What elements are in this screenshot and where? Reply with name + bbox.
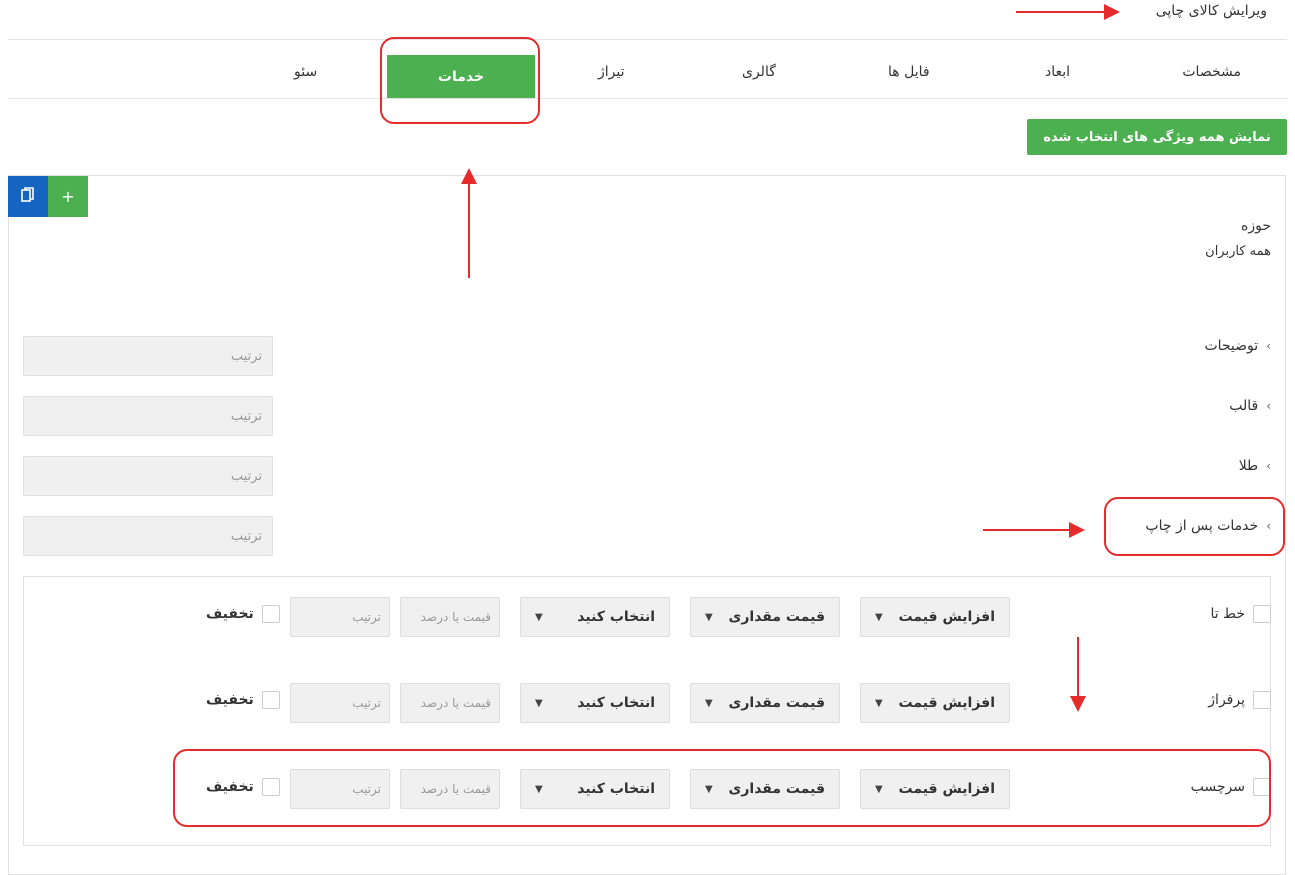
section-post-print-services[interactable]: › خدمات پس از چاپ bbox=[1145, 518, 1271, 534]
section-gold[interactable]: › طلا bbox=[1239, 458, 1271, 474]
discount-option[interactable]: تخفیف bbox=[206, 605, 280, 623]
discount-label: تخفیف bbox=[206, 779, 254, 795]
caret-down-icon: ▼ bbox=[875, 783, 883, 795]
option-select[interactable]: انتخاب کنید ▼ bbox=[520, 597, 670, 637]
page-title: ویرایش کالای چاپی bbox=[1155, 3, 1267, 19]
row-order-input[interactable] bbox=[290, 683, 390, 723]
caret-down-icon: ▼ bbox=[535, 611, 543, 623]
order-input[interactable] bbox=[23, 456, 273, 496]
select-value: افزایش قیمت bbox=[898, 609, 995, 625]
service-row-label[interactable]: خط تا bbox=[1210, 605, 1271, 623]
chevron-left-icon: › bbox=[1266, 519, 1271, 533]
copy-button[interactable] bbox=[8, 176, 48, 217]
service-row-label[interactable]: پرفراژ bbox=[1208, 691, 1271, 709]
order-input[interactable] bbox=[23, 336, 273, 376]
service-name: خط تا bbox=[1210, 606, 1245, 622]
tab-services[interactable]: خدمات bbox=[387, 55, 535, 98]
option-select[interactable]: انتخاب کنید ▼ bbox=[520, 769, 670, 809]
option-select[interactable]: انتخاب کنید ▼ bbox=[520, 683, 670, 723]
order-input[interactable] bbox=[23, 516, 273, 556]
tab-seo[interactable]: سئو bbox=[294, 64, 317, 80]
price-type-select[interactable]: قیمت مقداری ▼ bbox=[690, 769, 840, 809]
tab-files[interactable]: فایل ها bbox=[888, 64, 930, 80]
tab-circulation[interactable]: تیراژ bbox=[598, 64, 625, 80]
section-title: طلا bbox=[1238, 458, 1259, 474]
add-button[interactable]: + bbox=[48, 176, 88, 217]
price-or-percent-input[interactable] bbox=[400, 683, 500, 723]
section-title: خدمات پس از چاپ bbox=[1145, 518, 1259, 534]
service-row-label[interactable]: سرچسب bbox=[1191, 778, 1271, 796]
service-checkbox[interactable] bbox=[1253, 778, 1271, 796]
select-value: انتخاب کنید bbox=[577, 781, 655, 797]
discount-checkbox[interactable] bbox=[261, 778, 280, 796]
price-type-select[interactable]: قیمت مقداری ▼ bbox=[690, 683, 840, 723]
select-value: قیمت مقداری bbox=[728, 609, 825, 625]
price-type-select[interactable]: قیمت مقداری ▼ bbox=[690, 597, 840, 637]
caret-down-icon: ▼ bbox=[875, 697, 883, 709]
section-descriptions[interactable]: › توضیحات bbox=[1204, 338, 1271, 354]
discount-option[interactable]: تخفیف bbox=[206, 691, 280, 709]
price-action-select[interactable]: افزایش قیمت ▼ bbox=[860, 597, 1010, 637]
price-action-select[interactable]: افزایش قیمت ▼ bbox=[860, 683, 1010, 723]
section-template[interactable]: › قالب bbox=[1229, 398, 1271, 414]
discount-label: تخفیف bbox=[206, 692, 254, 708]
row-order-input[interactable] bbox=[290, 597, 390, 637]
tabs-divider bbox=[8, 98, 1287, 99]
service-checkbox[interactable] bbox=[1253, 605, 1271, 623]
caret-down-icon: ▼ bbox=[875, 611, 883, 623]
select-value: قیمت مقداری bbox=[728, 781, 825, 797]
discount-label: تخفیف bbox=[206, 606, 254, 622]
service-checkbox[interactable] bbox=[1253, 691, 1271, 709]
service-name: سرچسب bbox=[1190, 779, 1245, 795]
scope-value: همه کاربران bbox=[1205, 244, 1271, 259]
select-value: قیمت مقداری bbox=[728, 695, 825, 711]
select-value: افزایش قیمت bbox=[898, 695, 995, 711]
chevron-left-icon: › bbox=[1266, 399, 1271, 413]
tab-gallery[interactable]: گالری bbox=[742, 64, 776, 80]
caret-down-icon: ▼ bbox=[705, 783, 713, 795]
section-title: قالب bbox=[1229, 398, 1259, 414]
tab-dimensions[interactable]: ابعاد bbox=[1045, 64, 1070, 80]
discount-checkbox[interactable] bbox=[261, 691, 280, 709]
copy-icon bbox=[21, 186, 35, 207]
section-title: توضیحات bbox=[1204, 338, 1259, 354]
price-action-select[interactable]: افزایش قیمت ▼ bbox=[860, 769, 1010, 809]
tab-specifications[interactable]: مشخصات bbox=[1182, 64, 1241, 80]
select-value: انتخاب کنید bbox=[577, 695, 655, 711]
show-all-selected-button[interactable]: نمایش همه ویژگی های انتخاب شده bbox=[1027, 119, 1287, 155]
discount-checkbox[interactable] bbox=[261, 605, 280, 623]
caret-down-icon: ▼ bbox=[535, 783, 543, 795]
order-input[interactable] bbox=[23, 396, 273, 436]
price-or-percent-input[interactable] bbox=[400, 769, 500, 809]
chevron-left-icon: › bbox=[1266, 459, 1271, 473]
price-or-percent-input[interactable] bbox=[400, 597, 500, 637]
header-divider bbox=[8, 39, 1287, 40]
select-value: انتخاب کنید bbox=[577, 609, 655, 625]
caret-down-icon: ▼ bbox=[535, 697, 543, 709]
discount-option[interactable]: تخفیف bbox=[206, 778, 280, 796]
chevron-left-icon: › bbox=[1266, 339, 1271, 353]
select-value: افزایش قیمت bbox=[898, 781, 995, 797]
row-order-input[interactable] bbox=[290, 769, 390, 809]
caret-down-icon: ▼ bbox=[705, 611, 713, 623]
caret-down-icon: ▼ bbox=[705, 697, 713, 709]
scope-label: حوزه bbox=[1241, 218, 1271, 234]
service-name: پرفراژ bbox=[1208, 692, 1245, 708]
